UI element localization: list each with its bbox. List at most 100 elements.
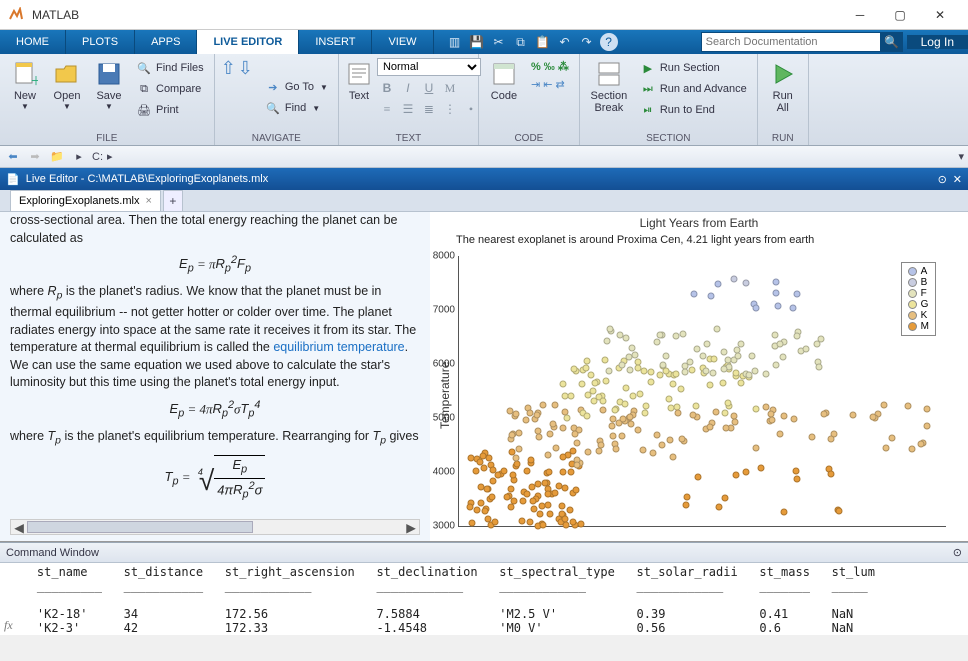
undo-icon[interactable]: ↶ (556, 33, 574, 51)
open-icon (53, 60, 81, 88)
cmd-dropdown-icon[interactable]: ⊙ (953, 546, 962, 559)
section-break-icon (595, 60, 623, 88)
save-icon (95, 60, 123, 88)
command-window: Command Window ⊙ st_name st_distance st_… (0, 542, 968, 635)
tab-apps[interactable]: APPS (135, 30, 197, 54)
down-arrow-icon[interactable]: ⇩ (238, 58, 253, 79)
up-arrow-icon[interactable]: ⇧ (221, 58, 236, 79)
group-run: Run All RUN (758, 54, 809, 145)
new-icon: ＋ (11, 60, 39, 88)
mono-button[interactable]: M (440, 79, 460, 97)
login-button[interactable]: Log In (907, 35, 968, 49)
qat-icon[interactable]: ▥ (446, 33, 464, 51)
find-icon: 🔍 (265, 100, 281, 116)
code-icon (490, 60, 518, 88)
redo-icon[interactable]: ↷ (578, 33, 596, 51)
help-icon[interactable]: ? (600, 33, 618, 51)
chart-xlabel: Light Years from Earth (436, 216, 962, 230)
ribbon-tabstrip: HOME PLOTS APPS LIVE EDITOR INSERT VIEW … (0, 30, 968, 54)
tab-plots[interactable]: PLOTS (66, 30, 135, 54)
indent-icon[interactable]: ⇥ ⇤ ⇄ (527, 76, 573, 93)
save-icon[interactable]: 💾 (468, 33, 486, 51)
text-icon (345, 60, 373, 88)
comment-icon[interactable]: % ‰ ⁂ (527, 58, 573, 75)
print-icon: 🖨 (136, 102, 152, 118)
path-dropdown[interactable]: ▾ (958, 150, 964, 163)
command-window-body[interactable]: st_name st_distance st_right_ascension s… (0, 563, 968, 635)
text-button[interactable]: Text (343, 56, 375, 106)
path-sep: ▸ (107, 150, 113, 163)
maximize-button[interactable]: ▢ (880, 1, 920, 29)
list-num-icon[interactable]: ⋮ (440, 100, 460, 118)
compare-button[interactable]: ⧉Compare (132, 79, 208, 99)
align-left-icon[interactable]: ≡ (377, 100, 397, 118)
run-section-button[interactable]: ▶Run Section (636, 58, 751, 78)
run-all-icon (769, 60, 797, 88)
ribbon: ＋New▼ Open▼ Save▼ 🔍Find Files ⧉Compare 🖨… (0, 54, 968, 146)
find-files-icon: 🔍 (136, 60, 152, 76)
copy-icon[interactable]: ⧉ (512, 33, 530, 51)
doc-title: Live Editor - C:\MATLAB\ExploringExoplan… (26, 173, 269, 185)
list-bul-icon[interactable]: • (461, 100, 481, 118)
section-break-button[interactable]: Section Break (584, 56, 634, 118)
print-button[interactable]: 🖨Print (132, 100, 208, 120)
window-titlebar: MATLAB ─ ▢ ✕ (0, 0, 968, 30)
run-end-icon: ⏯ (640, 102, 656, 118)
doc-tab-add[interactable]: + (163, 190, 183, 211)
scatter-plot[interactable]: 300040005000600070008000 ABFGKM (458, 256, 946, 527)
tab-view[interactable]: VIEW (372, 30, 433, 54)
find-files-button[interactable]: 🔍Find Files (132, 58, 208, 78)
prose-pane[interactable]: cross-sectional area. Then the total ene… (0, 212, 430, 541)
group-file: ＋New▼ Open▼ Save▼ 🔍Find Files ⧉Compare 🖨… (0, 54, 215, 145)
compare-icon: ⧉ (136, 81, 152, 97)
find-button[interactable]: 🔍Find▼ (261, 98, 332, 118)
output-pane: Light Years from Earth The nearest exopl… (430, 212, 968, 541)
doc-tab[interactable]: ExploringExoplanets.mlx × (10, 190, 161, 211)
search-input[interactable] (701, 32, 881, 52)
bold-button[interactable]: B (377, 79, 397, 97)
matlab-logo-icon (8, 7, 24, 23)
fwd-button[interactable]: ➡ (26, 148, 44, 166)
chart-legend: ABFGKM (901, 262, 936, 336)
goto-button[interactable]: ➔Go To▼ (261, 77, 332, 97)
doc-dropdown-icon[interactable]: ⊙ (938, 173, 947, 186)
tab-insert[interactable]: INSERT (299, 30, 372, 54)
code-button[interactable]: Code (483, 56, 525, 106)
fx-icon[interactable]: fx (4, 618, 13, 633)
new-button[interactable]: ＋New▼ (4, 56, 46, 115)
close-button[interactable]: ✕ (920, 1, 960, 29)
output-text: The nearest exoplanet is around Proxima … (456, 234, 962, 246)
run-advance-button[interactable]: ⏭Run and Advance (636, 79, 751, 99)
up-folder-button[interactable]: 📁 (48, 148, 66, 166)
paste-icon[interactable]: 📋 (534, 33, 552, 51)
command-window-header[interactable]: Command Window ⊙ (0, 543, 968, 563)
italic-button[interactable]: I (398, 79, 418, 97)
history-button[interactable]: ▸ (70, 148, 88, 166)
group-text: Text Normal B I U M ≡ ☰ ≣ ⋮ • TEXT (339, 54, 479, 145)
underline-button[interactable]: U (419, 79, 439, 97)
address-bar: ⬅ ➡ 📁 ▸ C: ▸ ▾ (0, 146, 968, 168)
cut-icon[interactable]: ✂ (490, 33, 508, 51)
open-button[interactable]: Open▼ (46, 56, 88, 115)
align-center-icon[interactable]: ☰ (398, 100, 418, 118)
tab-live-editor[interactable]: LIVE EDITOR (197, 30, 299, 54)
save-button[interactable]: Save▼ (88, 56, 130, 115)
equilibrium-link[interactable]: equilibrium temperature (273, 340, 404, 354)
run-all-button[interactable]: Run All (762, 56, 804, 118)
group-section: Section Break ▶Run Section ⏭Run and Adva… (580, 54, 758, 145)
text-style-select[interactable]: Normal (377, 58, 481, 76)
minimize-button[interactable]: ─ (840, 1, 880, 29)
svg-text:＋: ＋ (30, 74, 38, 87)
tab-home[interactable]: HOME (0, 30, 66, 54)
search-button[interactable]: 🔍 (881, 32, 903, 52)
doc-tab-close[interactable]: × (145, 195, 151, 207)
doc-tab-label: ExploringExoplanets.mlx (19, 195, 139, 207)
document-header: 📄 Live Editor - C:\MATLAB\ExploringExopl… (0, 168, 968, 190)
back-button[interactable]: ⬅ (4, 148, 22, 166)
doc-close-icon[interactable]: ✕ (953, 173, 962, 186)
run-end-button[interactable]: ⏯Run to End (636, 100, 751, 120)
path-text[interactable]: C: (92, 151, 103, 163)
align-right-icon[interactable]: ≣ (419, 100, 439, 118)
group-code: Code % ‰ ⁂ ⇥ ⇤ ⇄ CODE (479, 54, 580, 145)
hscrollbar[interactable]: ◀▶ (10, 519, 420, 535)
